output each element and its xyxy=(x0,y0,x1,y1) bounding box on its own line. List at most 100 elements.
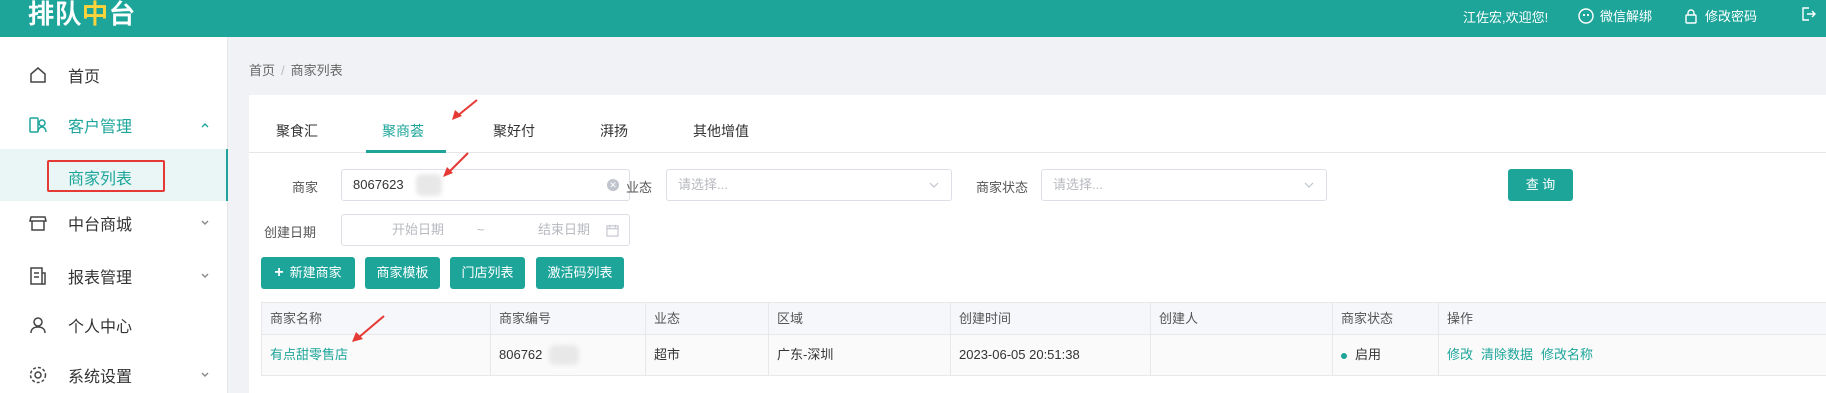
customer-icon xyxy=(29,117,47,133)
table-header: 商家名称 商家编号 业态 区域 创建时间 创建人 商家状态 操作 xyxy=(262,303,1826,335)
new-merchant-button[interactable]: + 新建商家 xyxy=(261,257,355,289)
column-header: 区域 xyxy=(769,303,951,335)
redaction-blur xyxy=(416,174,442,196)
tab-other-services[interactable]: 其他增值 xyxy=(693,121,749,141)
chevron-down-icon xyxy=(201,372,209,377)
sidebar-item-report[interactable]: 报表管理 xyxy=(0,256,228,296)
table-row: 有点甜零售店 806762 超市 广东-深圳 2023-06-05 20:51:… xyxy=(262,335,1826,375)
activation-code-list-button[interactable]: 激活码列表 xyxy=(536,257,624,289)
store-list-button[interactable]: 门店列表 xyxy=(450,257,525,289)
status-label: 商家状态 xyxy=(976,180,1029,195)
tab-jushanghui[interactable]: 聚商荟 xyxy=(382,121,424,141)
date-range-separator: ~ xyxy=(477,222,485,237)
sidebar-subitem-merchant-list[interactable]: 商家列表 xyxy=(0,149,228,201)
column-header: 操作 xyxy=(1447,311,1474,326)
sidebar-item-profile[interactable]: 个人中心 xyxy=(0,305,228,345)
sidebar-item-label: 系统设置 xyxy=(68,369,133,386)
logo-text-accent: 中 xyxy=(82,0,110,30)
clear-icon[interactable]: ✕ xyxy=(607,179,619,191)
industry-select[interactable]: 请选择... xyxy=(666,169,952,201)
edit-link[interactable]: 修改 xyxy=(1447,347,1473,362)
date-range-picker[interactable]: 开始日期 ~ 结束日期 xyxy=(341,214,630,246)
home-icon xyxy=(30,67,46,83)
clear-data-link[interactable]: 清除数据 xyxy=(1481,347,1533,362)
logout-icon xyxy=(1802,7,1816,21)
status-select[interactable]: 请选择... xyxy=(1041,169,1327,201)
industry-placeholder: 请选择... xyxy=(678,177,728,192)
gear-icon xyxy=(29,366,47,384)
chevron-down-icon xyxy=(201,273,209,278)
logo-text-tail: 台 xyxy=(109,0,137,30)
sidebar: 首页 客户管理 商家列表 中台商城 报表管理 个人中心 系统设置 xyxy=(0,37,228,393)
breadcrumb: 首页 / 商家列表 xyxy=(249,60,343,79)
chevron-down-icon xyxy=(929,182,939,188)
merchant-template-button[interactable]: 商家模板 xyxy=(365,257,440,289)
annotation-arrow xyxy=(352,315,385,342)
industry-cell: 超市 xyxy=(646,335,769,375)
app-logo[interactable]: 排队中台 xyxy=(28,0,136,31)
user-icon xyxy=(30,317,46,334)
status-value: 启用 xyxy=(1355,347,1382,362)
redaction-blur xyxy=(549,345,579,365)
column-header: 创建时间 xyxy=(951,303,1151,335)
calendar-icon xyxy=(606,224,619,237)
sidebar-item-customer[interactable]: 客户管理 xyxy=(0,105,228,145)
new-merchant-label: 新建商家 xyxy=(289,265,342,280)
merchant-table: 商家名称 商家编号 业态 区域 创建时间 创建人 商家状态 操作 有点甜零售店 … xyxy=(261,302,1826,376)
change-password-label: 修改密码 xyxy=(1705,9,1758,24)
wechat-unbind-button[interactable]: 微信解绑 xyxy=(1578,6,1652,25)
welcome-text: 江佐宏,欢迎您! xyxy=(1463,10,1549,25)
tab-juhaofu[interactable]: 聚好付 xyxy=(493,121,535,141)
merchant-input[interactable]: 8067623 ✕ xyxy=(341,169,630,201)
change-password-button[interactable]: 修改密码 xyxy=(1683,6,1757,25)
chevron-down-icon xyxy=(1304,182,1314,188)
sidebar-subitem-label: 商家列表 xyxy=(68,171,133,188)
status-dot-icon xyxy=(1341,352,1347,359)
rename-link[interactable]: 修改名称 xyxy=(1541,347,1593,362)
industry-label: 业态 xyxy=(626,180,653,195)
sidebar-item-settings[interactable]: 系统设置 xyxy=(0,355,228,393)
status-cell: 启用 xyxy=(1333,335,1439,375)
sidebar-item-label: 报表管理 xyxy=(68,270,133,287)
breadcrumb-home[interactable]: 首页 xyxy=(249,63,275,78)
column-header: 业态 xyxy=(646,303,769,335)
chevron-down-icon xyxy=(201,220,209,225)
end-date-placeholder: 结束日期 xyxy=(538,222,591,237)
sidebar-item-label: 客户管理 xyxy=(68,119,133,136)
annotation-arrow xyxy=(443,152,469,177)
chevron-up-icon xyxy=(201,123,209,128)
wechat-unbind-label: 微信解绑 xyxy=(1600,9,1653,24)
operations-cell: 修改 清除数据 修改名称 xyxy=(1439,335,1826,375)
logout-button[interactable] xyxy=(1800,6,1816,22)
breadcrumb-current: 商家列表 xyxy=(290,63,343,78)
region-cell: 广东-深圳 xyxy=(769,335,951,375)
creator-cell xyxy=(1151,335,1333,375)
sidebar-item-label: 首页 xyxy=(68,69,101,86)
sidebar-item-home[interactable]: 首页 xyxy=(0,55,228,95)
tab-jushihui[interactable]: 聚食汇 xyxy=(276,121,318,141)
wechat-icon xyxy=(1578,7,1594,24)
active-tab-indicator xyxy=(366,150,446,153)
main-card: 聚食汇 聚商荟 聚好付 湃扬 其他增值 商家 8067623 ✕ 业态 请选择.… xyxy=(249,95,1826,393)
created-at-cell: 2023-06-05 20:51:38 xyxy=(951,335,1151,375)
start-date-placeholder: 开始日期 xyxy=(392,222,445,237)
report-icon xyxy=(30,267,46,285)
logo-text-main: 排队 xyxy=(28,0,83,30)
create-date-label: 创建日期 xyxy=(264,225,317,240)
status-placeholder: 请选择... xyxy=(1053,177,1103,192)
lock-icon xyxy=(1685,8,1697,24)
merchant-input-value: 8067623 xyxy=(353,177,404,192)
sidebar-item-store[interactable]: 中台商城 xyxy=(0,203,228,243)
store-icon xyxy=(29,216,47,231)
merchant-code-value: 806762 xyxy=(499,347,543,362)
query-button[interactable]: 查 询 xyxy=(1508,169,1573,201)
plus-icon: + xyxy=(274,264,284,281)
merchant-label: 商家 xyxy=(292,180,319,195)
sidebar-item-label: 中台商城 xyxy=(68,217,133,234)
sidebar-item-label: 个人中心 xyxy=(68,319,133,336)
column-header: 商家编号 xyxy=(491,303,646,335)
tab-paiyang[interactable]: 湃扬 xyxy=(600,121,628,141)
annotation-arrow xyxy=(452,99,478,120)
top-header: 排队中台 江佐宏,欢迎您! 微信解绑 修改密码 xyxy=(0,0,1826,37)
merchant-code-cell: 806762 xyxy=(491,335,646,375)
